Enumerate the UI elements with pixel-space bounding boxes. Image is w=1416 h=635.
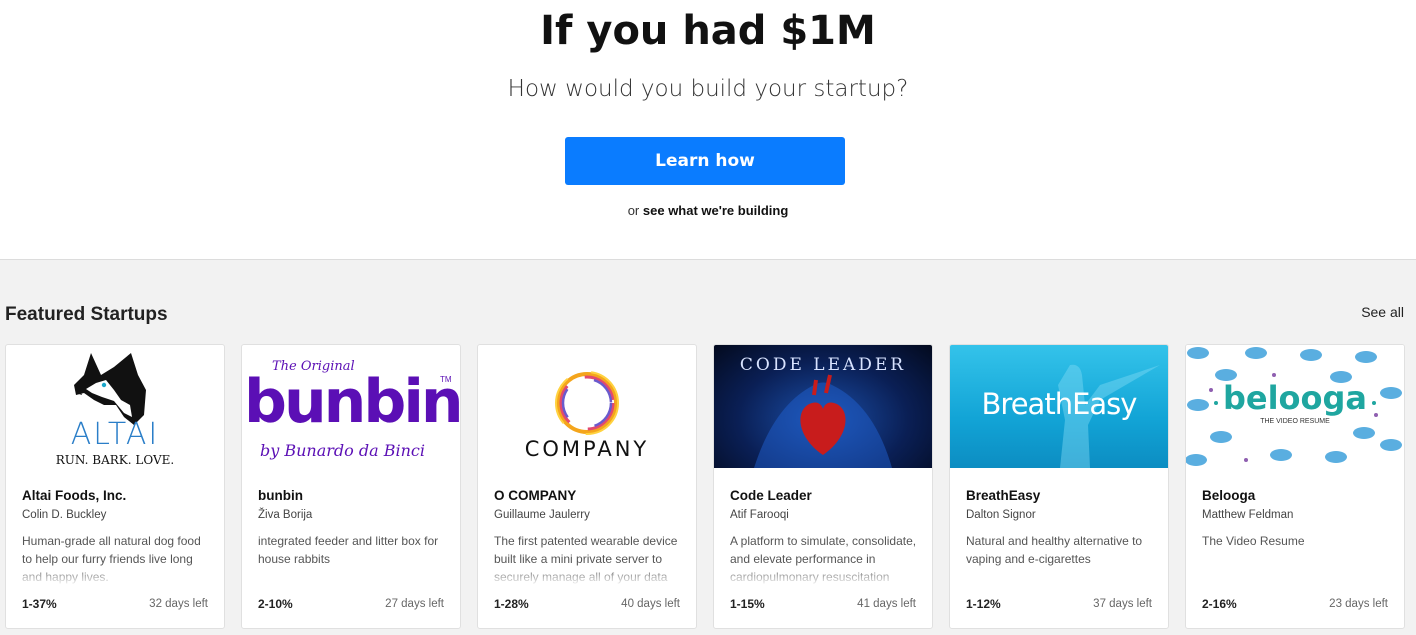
startup-logo-o-company: COMPANY <box>478 345 696 468</box>
startup-logo-code-leader: CODE LEADER <box>714 345 932 468</box>
startup-founder: Atif Farooqi <box>730 509 789 521</box>
days-left: 40 days left <box>621 598 680 610</box>
startup-description: The first patented wearable device built… <box>494 532 684 584</box>
belooga-wordmark: belooga <box>1222 379 1368 417</box>
startup-founder: Živa Borija <box>258 509 313 521</box>
startup-card-belooga[interactable]: belooga THE VIDEO RESUME Belooga Matthew… <box>1185 344 1405 629</box>
startup-logo-altai: ALTAI RUN. BARK. LOVE. <box>6 345 224 468</box>
days-left: 41 days left <box>857 598 916 610</box>
equity-range: 1-37% <box>22 597 57 611</box>
description-text: integrated feeder and litter box for hou… <box>258 534 439 566</box>
startup-description: Natural and healthy alternative to vapin… <box>966 532 1156 584</box>
featured-startups-heading: Featured Startups <box>5 304 168 325</box>
startup-logo-belooga: belooga THE VIDEO RESUME <box>1186 345 1404 468</box>
days-left: 23 days left <box>1329 598 1388 610</box>
startup-name: O COMPANY <box>494 488 577 503</box>
alt-link-text: or see what we're building <box>0 203 1416 218</box>
startup-logo-bunbin: The Original bunbin TM by Bunardo da Bin… <box>242 345 460 468</box>
description-text: The Video Resume <box>1202 534 1305 548</box>
startup-description: A platform to simulate, consolidate, and… <box>730 532 920 584</box>
equity-range: 1-12% <box>966 597 1001 611</box>
see-what-we-are-building-link[interactable]: see what we're building <box>643 203 788 218</box>
startup-card-code-leader[interactable]: CODE LEADER Code Leader Atif Farooqi A p… <box>713 344 933 629</box>
days-left: 27 days left <box>385 598 444 610</box>
days-left: 37 days left <box>1093 598 1152 610</box>
see-all-link[interactable]: See all <box>1361 304 1404 320</box>
bunbin-wordmark: bunbin <box>244 367 460 437</box>
startup-name: Code Leader <box>730 488 812 503</box>
alt-prefix: or <box>627 203 640 218</box>
bunbin-bottom-text: by Bunardo da Binci <box>260 441 426 460</box>
equity-range: 2-16% <box>1202 597 1237 611</box>
equity-range: 1-28% <box>494 597 529 611</box>
bunbin-tm: TM <box>440 375 452 384</box>
o-company-wordmark: COMPANY <box>524 437 650 461</box>
startup-founder: Guillaume Jaulerry <box>494 509 590 521</box>
startup-card-altai[interactable]: ALTAI RUN. BARK. LOVE. Altai Foods, Inc.… <box>5 344 225 629</box>
belooga-tagline: THE VIDEO RESUME <box>1260 418 1330 425</box>
startup-name: bunbin <box>258 488 303 503</box>
startup-name: Altai Foods, Inc. <box>22 488 127 503</box>
equity-range: 2-10% <box>258 597 293 611</box>
startup-founder: Matthew Feldman <box>1202 509 1294 521</box>
startup-card-breatheasy[interactable]: BreathEasy BreathEasy Dalton Signor Natu… <box>949 344 1169 629</box>
equity-range: 1-15% <box>730 597 765 611</box>
startup-card-o-company[interactable]: COMPANY O COMPANY Guillaume Jaulerry The… <box>477 344 697 629</box>
description-text: Natural and healthy alternative to vapin… <box>966 534 1143 566</box>
startup-description: integrated feeder and litter box for hou… <box>258 532 448 584</box>
altai-wordmark: ALTAI <box>70 417 160 452</box>
startup-description: Human-grade all natural dog food to help… <box>22 532 212 584</box>
startup-description: The Video Resume <box>1202 532 1392 584</box>
hero-section: If you had $1M How would you build your … <box>0 0 1416 260</box>
learn-how-button[interactable]: Learn how <box>565 137 845 185</box>
hero-subtitle: How would you build your startup? <box>507 76 909 102</box>
startup-founder: Colin D. Buckley <box>22 509 107 521</box>
startup-card-bunbin[interactable]: The Original bunbin TM by Bunardo da Bin… <box>241 344 461 629</box>
days-left: 32 days left <box>149 598 208 610</box>
code-leader-wordmark: CODE LEADER <box>739 355 907 375</box>
hero-title: If you had $1M <box>540 8 876 54</box>
startup-name: BreathEasy <box>966 488 1041 503</box>
altai-tagline: RUN. BARK. LOVE. <box>55 453 175 467</box>
breatheasy-wordmark: BreathEasy <box>981 387 1138 421</box>
startup-founder: Dalton Signor <box>966 509 1036 521</box>
startup-name: Belooga <box>1202 488 1256 503</box>
startup-logo-breatheasy: BreathEasy <box>950 345 1168 468</box>
